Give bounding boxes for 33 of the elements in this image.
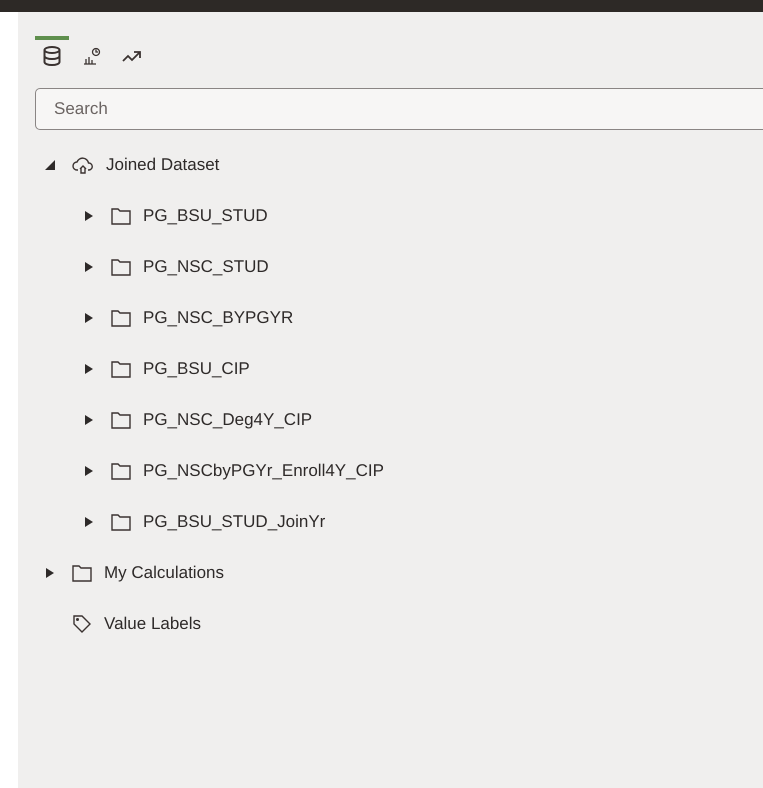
folder-icon — [111, 410, 131, 428]
tree-item-label[interactable]: My Calculations — [104, 560, 224, 586]
database-icon — [43, 46, 61, 66]
search-field[interactable]: Search — [35, 88, 763, 130]
folder-icon — [111, 360, 131, 378]
expand-icon[interactable] — [83, 516, 95, 528]
tree-item-label[interactable]: Value Labels — [104, 610, 202, 636]
folder-icon — [111, 206, 131, 224]
folder-icon — [72, 564, 92, 582]
expand-icon[interactable] — [83, 362, 95, 374]
expand-icon[interactable] — [83, 260, 95, 272]
folder-icon — [111, 308, 131, 326]
tree-item-label[interactable]: PG_NSC_STUD — [143, 254, 269, 280]
expand-icon[interactable] — [83, 464, 95, 476]
tree-item-label[interactable]: Joined Dataset — [106, 152, 220, 178]
tree-item-label[interactable]: PG_NSC_BYPGYR — [143, 304, 294, 330]
expand-icon[interactable] — [83, 414, 95, 426]
trend-icon — [122, 49, 142, 63]
tree-item-label[interactable]: PG_BSU_STUD — [143, 202, 268, 228]
folder-icon — [111, 258, 131, 276]
tree-item-label[interactable]: PG_BSU_CIP — [143, 356, 250, 382]
folder-icon — [111, 512, 131, 530]
tree-item-label[interactable]: PG_BSU_STUD_JoinYr — [143, 508, 326, 534]
cloud-icon — [72, 154, 94, 174]
expand-icon[interactable] — [83, 312, 95, 324]
tree-item-label[interactable]: PG_NSCbyPGYr_Enroll4Y_CIP — [143, 458, 384, 484]
folder-icon — [111, 462, 131, 480]
expand-icon[interactable] — [44, 566, 56, 578]
chart-icon — [83, 47, 101, 65]
tag-icon — [72, 614, 92, 634]
tree-item-label[interactable]: PG_NSC_Deg4Y_CIP — [143, 406, 312, 432]
collapse-icon[interactable] — [44, 158, 56, 170]
expand-icon[interactable] — [83, 210, 95, 222]
